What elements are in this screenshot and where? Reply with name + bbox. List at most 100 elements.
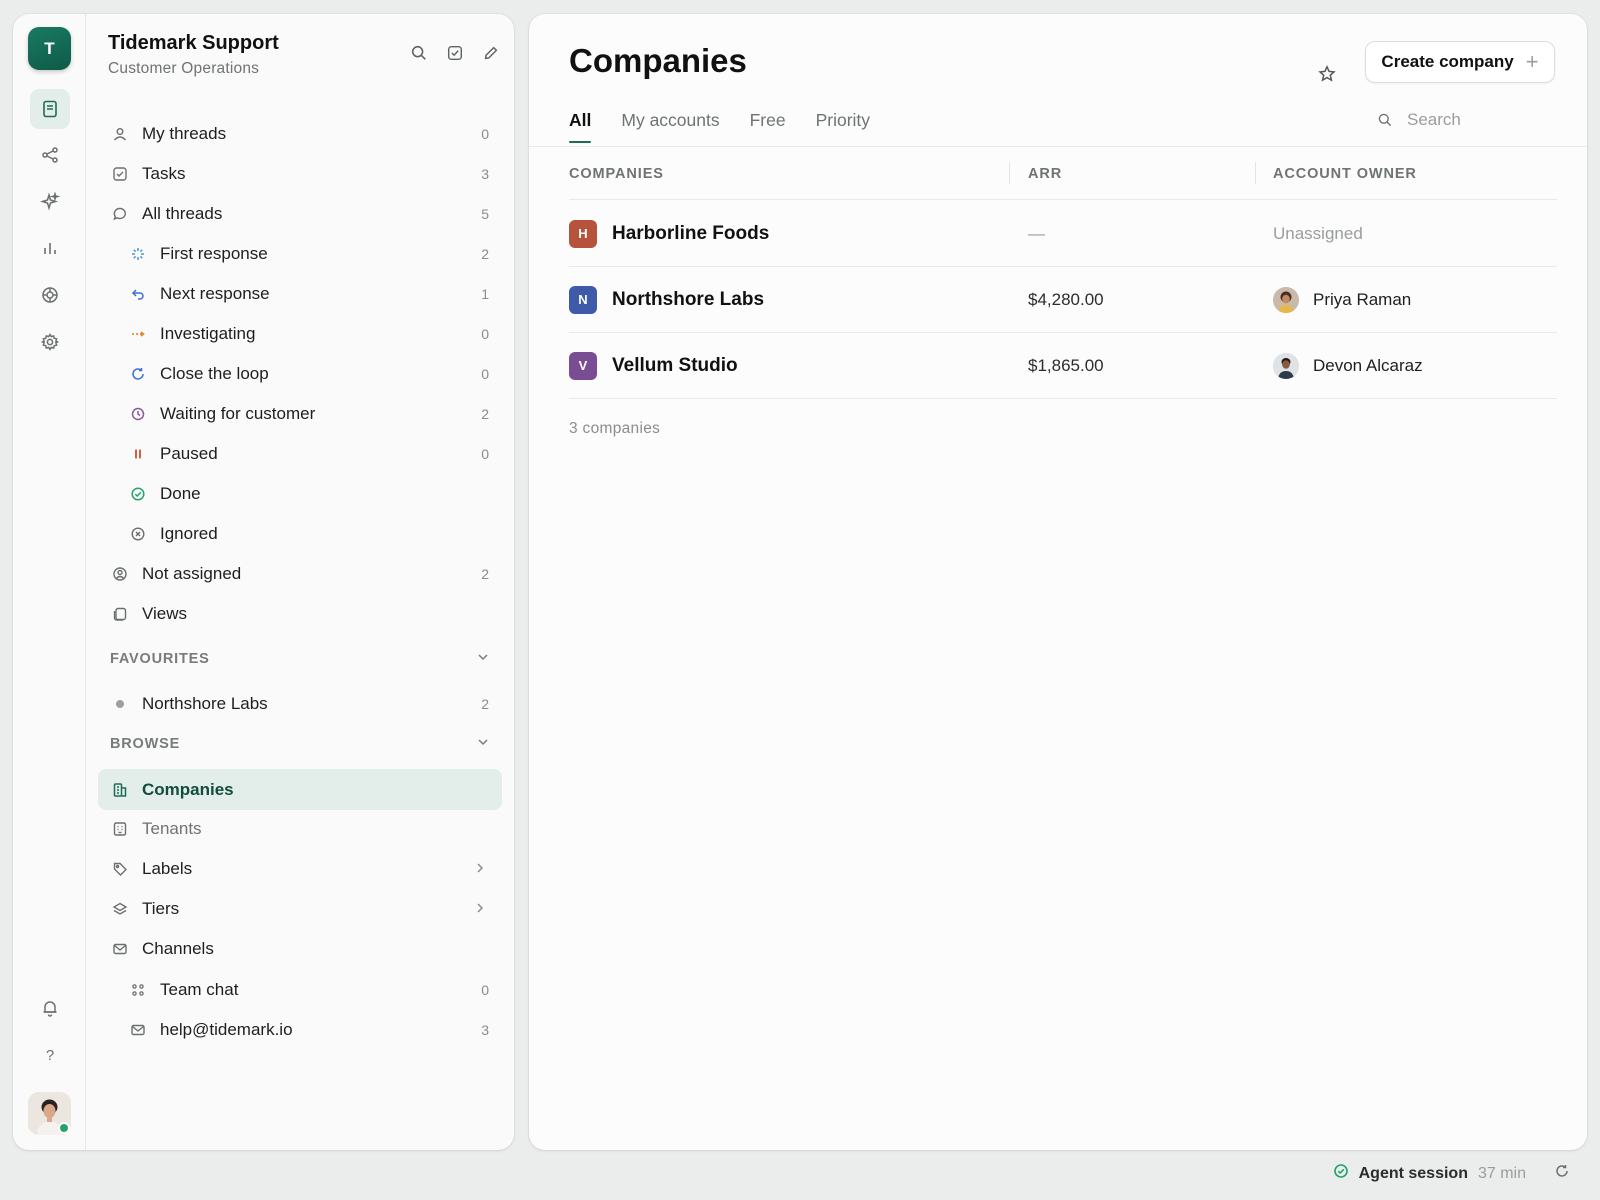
nav-done[interactable]: Done bbox=[98, 474, 502, 514]
bar-chart-icon[interactable] bbox=[30, 228, 70, 268]
table-row[interactable]: H Harborline Foods — Unassigned bbox=[569, 201, 1557, 267]
gear-icon[interactable] bbox=[30, 322, 70, 362]
nav-ignored[interactable]: Ignored bbox=[98, 514, 502, 554]
tasks-check-icon[interactable] bbox=[444, 42, 466, 64]
team-chat-icon bbox=[128, 982, 148, 998]
workspace-logo[interactable]: T bbox=[28, 27, 71, 70]
main-panel: Companies Create company + All My accoun… bbox=[529, 14, 1587, 1150]
column-header-companies[interactable]: COMPANIES bbox=[569, 148, 664, 200]
search-icon[interactable] bbox=[408, 42, 430, 64]
nav-views[interactable]: Views bbox=[98, 594, 502, 634]
workspace-name[interactable]: Tidemark Support bbox=[108, 32, 279, 55]
x-circle-icon bbox=[128, 526, 148, 542]
nav-first-response[interactable]: First response 2 bbox=[98, 234, 502, 274]
nav-waiting-for-customer[interactable]: Waiting for customer 2 bbox=[98, 394, 502, 434]
favourites-section-header[interactable]: FAVOURITES bbox=[110, 650, 490, 668]
account-owner[interactable]: Unassigned bbox=[1273, 201, 1363, 266]
star-icon[interactable] bbox=[1317, 64, 1337, 89]
user-icon bbox=[110, 126, 130, 142]
tab-all[interactable]: All bbox=[569, 110, 592, 143]
results-count: 3 companies bbox=[569, 420, 661, 437]
nav-not-assigned[interactable]: Not assigned 2 bbox=[98, 554, 502, 594]
tab-free[interactable]: Free bbox=[750, 110, 786, 143]
account-owner-cell[interactable]: Priya Raman bbox=[1273, 267, 1411, 332]
compose-icon[interactable] bbox=[480, 42, 502, 64]
owner-avatar bbox=[1273, 286, 1299, 313]
nav-companies[interactable]: Companies bbox=[98, 769, 502, 810]
help-icon[interactable]: ? bbox=[30, 1035, 70, 1075]
online-status-dot bbox=[58, 1122, 70, 1134]
company-cell: H Harborline Foods bbox=[569, 201, 769, 266]
nav-paused[interactable]: Paused 0 bbox=[98, 434, 502, 474]
nav-label: Views bbox=[142, 604, 188, 623]
target-icon[interactable] bbox=[30, 275, 70, 315]
status-label: Agent session bbox=[1358, 1164, 1468, 1182]
nav-label: Done bbox=[160, 484, 201, 503]
nav-team-chat[interactable]: Team chat 0 bbox=[98, 970, 502, 1010]
inbox-icon[interactable] bbox=[30, 89, 70, 129]
nav-help-email[interactable]: help@tidemark.io 3 bbox=[98, 1010, 502, 1050]
sparkle-icon[interactable] bbox=[30, 182, 70, 222]
nav-tasks[interactable]: Tasks 3 bbox=[98, 154, 502, 194]
views-icon bbox=[110, 606, 130, 622]
column-header-account-owner[interactable]: ACCOUNT OWNER bbox=[1273, 148, 1417, 200]
refresh-icon[interactable] bbox=[1554, 1163, 1570, 1184]
nav-label: All threads bbox=[142, 204, 223, 223]
company-initial-badge: N bbox=[569, 285, 597, 314]
account-owner-cell[interactable]: Devon Alcaraz bbox=[1273, 333, 1423, 398]
nav-my-threads[interactable]: My threads 0 bbox=[98, 114, 502, 154]
nav-labels[interactable]: Labels bbox=[98, 849, 502, 889]
arr-value: — bbox=[1028, 223, 1045, 243]
nav-channels[interactable]: Channels bbox=[98, 929, 502, 969]
company-name[interactable]: Harborline Foods bbox=[612, 223, 769, 245]
column-divider bbox=[1009, 162, 1010, 184]
favourite-northshore-labs[interactable]: Northshore Labs 2 bbox=[98, 684, 502, 724]
company-name[interactable]: Northshore Labs bbox=[612, 289, 764, 311]
nav-label: My threads bbox=[142, 124, 227, 143]
nav-label: First response bbox=[160, 244, 268, 263]
nav-label: Investigating bbox=[160, 324, 256, 343]
nav-close-the-loop[interactable]: Close the loop 0 bbox=[98, 354, 502, 394]
dashed-arrow-icon bbox=[128, 326, 148, 342]
nav-count: 3 bbox=[481, 166, 489, 182]
plus-icon: + bbox=[1525, 49, 1539, 74]
nav-next-response[interactable]: Next response 1 bbox=[98, 274, 502, 314]
company-name[interactable]: Vellum Studio bbox=[612, 355, 738, 377]
tab-priority[interactable]: Priority bbox=[816, 110, 870, 143]
tenants-grid-icon bbox=[110, 821, 130, 837]
chevron-right-icon bbox=[474, 899, 486, 919]
nav-tiers[interactable]: Tiers bbox=[98, 889, 502, 929]
sidebar-header-actions bbox=[408, 42, 502, 64]
nav-count: 0 bbox=[481, 446, 489, 462]
nav-label: Paused bbox=[160, 444, 218, 463]
arr-value: $1,865.00 bbox=[1028, 355, 1104, 375]
nav-count: 1 bbox=[481, 286, 489, 302]
chevron-right-icon bbox=[474, 859, 486, 879]
nav-label: Waiting for customer bbox=[160, 404, 316, 423]
nav-tenants[interactable]: Tenants bbox=[98, 809, 502, 849]
nav-all-threads[interactable]: All threads 5 bbox=[98, 194, 502, 234]
tabs-divider bbox=[529, 146, 1587, 147]
left-shell: T ? Tidemark Support Customer Operations… bbox=[13, 14, 514, 1150]
table-row[interactable]: V Vellum Studio $1,865.00 Devon Alcaraz bbox=[569, 333, 1557, 399]
layers-icon bbox=[110, 901, 130, 917]
arr-value: $4,280.00 bbox=[1028, 289, 1104, 309]
bell-icon[interactable] bbox=[30, 988, 70, 1028]
chevron-down-icon bbox=[476, 650, 490, 668]
create-company-button[interactable]: Create company + bbox=[1365, 41, 1555, 83]
column-header-arr[interactable]: ARR bbox=[1028, 148, 1062, 200]
nav-investigating[interactable]: Investigating 0 bbox=[98, 314, 502, 354]
search-box[interactable]: Search bbox=[1377, 110, 1461, 130]
table-row[interactable]: N Northshore Labs $4,280.00 Priya Raman bbox=[569, 267, 1557, 333]
icon-rail: T ? bbox=[13, 14, 86, 1150]
section-title: BROWSE bbox=[110, 736, 181, 752]
building-icon bbox=[110, 782, 130, 798]
browse-section-header[interactable]: BROWSE bbox=[110, 735, 490, 753]
company-initial-badge: V bbox=[569, 351, 597, 380]
tag-icon bbox=[110, 861, 130, 877]
nav-count: 5 bbox=[481, 206, 489, 222]
share-icon[interactable] bbox=[30, 135, 70, 175]
nav-label: Labels bbox=[142, 859, 193, 878]
tab-my-accounts[interactable]: My accounts bbox=[621, 110, 719, 143]
user-avatar[interactable] bbox=[28, 1092, 71, 1135]
